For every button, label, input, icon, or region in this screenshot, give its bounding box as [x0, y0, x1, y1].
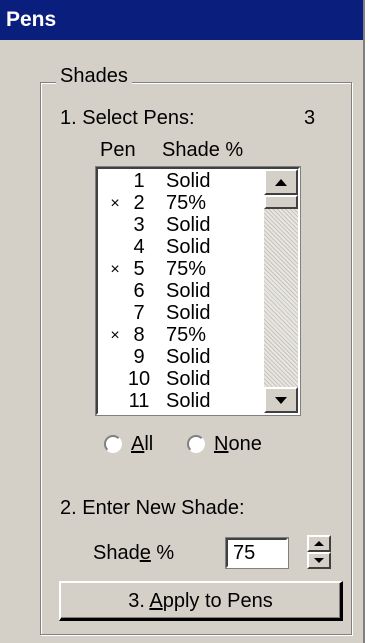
pen-number: 1: [133, 170, 145, 192]
spin-down-icon: [314, 558, 324, 563]
radio-none-label[interactable]: None: [214, 432, 262, 456]
radio-all[interactable]: [104, 435, 122, 453]
list-item[interactable]: × 8 75%: [98, 324, 268, 347]
pen-shade: 75%: [166, 192, 207, 214]
radio-all-label[interactable]: All: [131, 432, 153, 456]
selected-count: 3: [304, 107, 316, 129]
pen-number: 11: [128, 390, 150, 412]
radio-none[interactable]: [187, 435, 205, 453]
list-item[interactable]: 7 Solid: [98, 302, 268, 325]
shade-percent-input[interactable]: 75: [226, 538, 288, 568]
pen-number: 7: [133, 302, 145, 324]
pen-number: 5: [133, 258, 145, 280]
shade-spin-down[interactable]: [307, 552, 331, 569]
spin-up-icon: [314, 541, 324, 546]
pen-shade: 75%: [166, 258, 207, 280]
pen-shade: 75%: [166, 324, 207, 346]
list-item[interactable]: 10 Solid: [98, 368, 268, 391]
pen-shade: Solid: [166, 214, 211, 236]
arrow-down-icon: [275, 397, 287, 404]
shades-group-label: Shades: [56, 64, 132, 88]
list-item[interactable]: 11 Solid: [98, 390, 268, 413]
list-item[interactable]: 9 Solid: [98, 346, 268, 369]
pen-shade: Solid: [166, 302, 211, 324]
shade-percent-label: Shade %: [93, 542, 175, 564]
list-item[interactable]: 6 Solid: [98, 280, 268, 303]
pen-column-header: Pen: [100, 139, 136, 161]
pen-number: 6: [133, 280, 145, 302]
pens-listbox[interactable]: 1 Solid × 2 75% 3 Solid 4 Solid × 5 75% 6 Solid 7 Solid…: [96, 167, 300, 415]
title-bar: Pens: [0, 0, 363, 40]
pen-shade: Solid: [166, 368, 211, 390]
enter-shade-label: 2. Enter New Shade:: [60, 497, 245, 519]
pen-shade: Solid: [166, 170, 211, 192]
list-item[interactable]: × 5 75%: [98, 258, 268, 281]
list-item[interactable]: × 2 75%: [98, 192, 268, 215]
listbox-scrollbar[interactable]: [264, 169, 298, 413]
list-item[interactable]: 4 Solid: [98, 236, 268, 259]
select-pens-label: 1. Select Pens:: [60, 107, 195, 129]
pen-shade: Solid: [166, 390, 211, 412]
scroll-up-button[interactable]: [264, 169, 298, 195]
arrow-up-icon: [275, 179, 287, 186]
pen-shade: Solid: [166, 346, 211, 368]
scroll-thumb[interactable]: [264, 195, 298, 209]
pens-dialog: Pens Shades 1. Select Pens: 3 Pen Shade …: [0, 0, 365, 643]
shade-column-header: Shade %: [162, 139, 244, 161]
pen-shade: Solid: [166, 280, 211, 302]
pen-number: 3: [133, 214, 145, 236]
pen-number: 9: [133, 346, 145, 368]
pen-shade: Solid: [166, 236, 211, 258]
pen-number: 8: [133, 324, 145, 346]
pen-number: 10: [127, 368, 151, 390]
shade-spin-up[interactable]: [307, 535, 331, 552]
pen-number: 4: [133, 236, 145, 258]
list-item[interactable]: 1 Solid: [98, 170, 268, 193]
pen-number: 2: [133, 192, 145, 214]
apply-to-pens-button[interactable]: 3. Apply to Pens: [59, 581, 343, 621]
list-item[interactable]: 3 Solid: [98, 214, 268, 237]
scroll-down-button[interactable]: [264, 387, 298, 413]
